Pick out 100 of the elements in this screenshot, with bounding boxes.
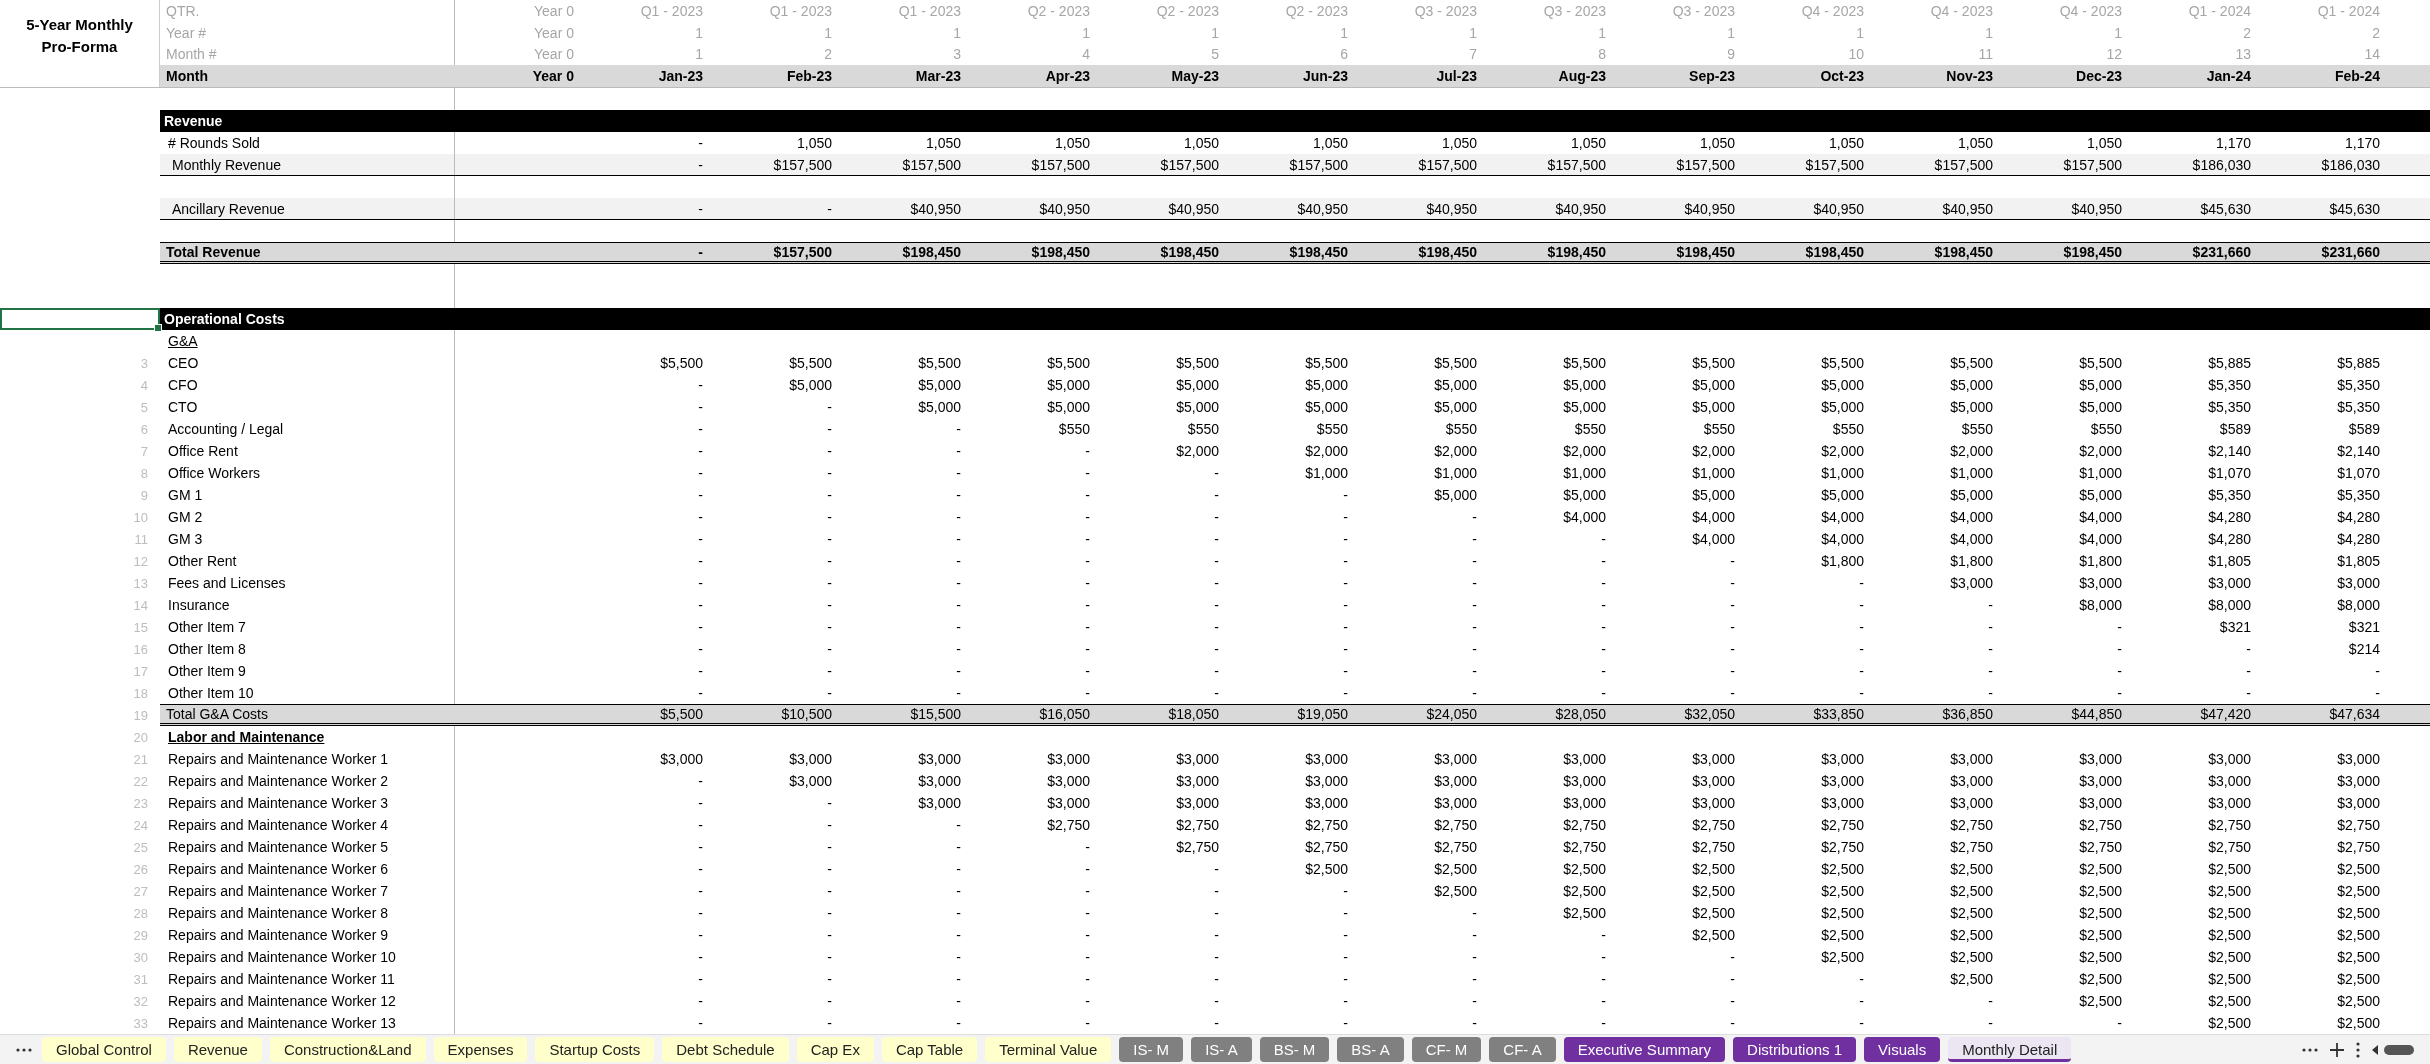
- table-cell-text: $5,500: [2078, 355, 2123, 371]
- table-cell-text: $5,000: [1304, 399, 1349, 415]
- sheet-tab[interactable]: Distributions 1: [1733, 1037, 1857, 1062]
- add-icon[interactable]: [2328, 1040, 2346, 1059]
- table-cell-text: $2,750: [1175, 839, 1220, 855]
- table-cell-text: -: [697, 465, 704, 481]
- table-cell-text: -: [1729, 619, 1736, 635]
- table-cell-text: $5,000: [1949, 399, 1994, 415]
- sheet-tab[interactable]: IS- M: [1119, 1037, 1184, 1062]
- table-cell-text: -: [697, 200, 704, 217]
- table-cell-text: $4,000: [1820, 531, 1865, 547]
- table-cell-text: $198,450: [1933, 244, 1994, 260]
- sheet-tab[interactable]: Expenses: [433, 1037, 528, 1062]
- sheet-tab[interactable]: CF- A: [1489, 1037, 1556, 1062]
- table-cell-text: $3,000: [2336, 751, 2381, 767]
- table-cell-text: -: [1471, 509, 1478, 525]
- table-cell-text: $2,500: [2336, 949, 2381, 965]
- table-cell-text: -: [1471, 949, 1478, 965]
- table-cell-text: $1,000: [1691, 465, 1736, 481]
- sheet-tab[interactable]: Executive Summary: [1563, 1037, 1726, 1062]
- header-cell-text: 7: [1468, 46, 1478, 63]
- table-cell-text: -: [1084, 509, 1091, 525]
- table-cell-text: $1,000: [1433, 465, 1478, 481]
- table-cell-text: $2,500: [2207, 905, 2252, 921]
- table-cell-text: $550: [2089, 421, 2123, 437]
- table-cell-text: $5,000: [788, 377, 833, 393]
- sheet-tab[interactable]: Startup Costs: [535, 1037, 655, 1062]
- sheet-tab[interactable]: Cap Ex: [796, 1037, 874, 1062]
- table-cell-text: -: [1342, 883, 1349, 899]
- table-cell-text: $5,500: [1820, 355, 1865, 371]
- table-cell-text: -: [1213, 927, 1220, 943]
- table-cell-text: -: [1342, 993, 1349, 1009]
- table-cell-text: $5,000: [917, 399, 962, 415]
- table-cell-text: -: [1729, 971, 1736, 987]
- table-cell-text: $5,500: [1562, 355, 1607, 371]
- header-cell-text: 1: [1339, 24, 1349, 41]
- table-cell-text: $2,500: [1949, 927, 1994, 943]
- row-label: Other Item 7: [160, 616, 455, 638]
- table-cell-text: $2,750: [1175, 817, 1220, 833]
- table-cell-text: -: [1729, 1015, 1736, 1031]
- table-cell-text: -: [955, 971, 962, 987]
- table-cell-text: $1,800: [1949, 553, 1994, 569]
- table-cell-text: $3,000: [1949, 575, 1994, 591]
- sheet-tab[interactable]: BS- M: [1259, 1037, 1330, 1062]
- table-cell-text: -: [2245, 641, 2252, 657]
- table-cell-text: $2,500: [1433, 883, 1478, 899]
- sheet-tab[interactable]: BS- A: [1337, 1037, 1404, 1062]
- table-cell-text: -: [1729, 575, 1736, 591]
- table-cell-text: -: [1084, 861, 1091, 877]
- header-cell-text: Jan-23: [657, 68, 704, 85]
- row-number: 12: [133, 553, 148, 569]
- table-cell-text: -: [2116, 663, 2123, 679]
- row-number: 30: [133, 949, 148, 965]
- sheet-tab[interactable]: CF- M: [1411, 1037, 1482, 1062]
- table-cell-text: -: [955, 949, 962, 965]
- table-cell-text: $2,000: [2078, 443, 2123, 459]
- table-cell-text: -: [1858, 619, 1865, 635]
- table-cell-text: -: [1084, 927, 1091, 943]
- table-cell-text: $5,000: [2078, 487, 2123, 503]
- header-cell-text: 1: [1984, 24, 1994, 41]
- header-cell-text: Oct-23: [1819, 68, 1865, 85]
- sheet-tab[interactable]: Revenue: [173, 1037, 262, 1062]
- table-cell-text: $2,500: [1820, 905, 1865, 921]
- table-cell-text: -: [697, 993, 704, 1009]
- table-cell-text: -: [826, 619, 833, 635]
- sheet-tab[interactable]: IS- A: [1191, 1037, 1252, 1062]
- sheet-tab[interactable]: Global Control: [42, 1037, 166, 1062]
- table-cell-text: -: [1471, 575, 1478, 591]
- sheet-tab[interactable]: Monthly Detail: [1948, 1037, 2072, 1062]
- table-cell-text: -: [2116, 1015, 2123, 1031]
- row-label: Ancillary Revenue: [160, 198, 455, 219]
- table-cell-text: -: [1213, 993, 1220, 1009]
- table-cell-text: $2,500: [2207, 883, 2252, 899]
- table-cell-text: -: [1471, 685, 1478, 701]
- table-cell-text: -: [1084, 531, 1091, 547]
- table-cell-text: -: [697, 795, 704, 811]
- row-label: Repairs and Maintenance Worker 6: [160, 858, 455, 880]
- section-title: Operational Costs: [163, 310, 286, 329]
- header-cell-text: Jan-24: [2205, 68, 2252, 85]
- table-cell-text: $321: [2347, 619, 2381, 635]
- table-cell-text: $157,500: [1804, 156, 1865, 173]
- table-cell-text: $4,280: [2207, 509, 2252, 525]
- row-label: Total Revenue: [165, 243, 262, 261]
- table-cell-text: -: [697, 399, 704, 415]
- table-cell-text: -: [955, 883, 962, 899]
- active-cell[interactable]: [0, 308, 160, 330]
- table-cell-text: $198,450: [1675, 244, 1736, 260]
- sheet-tab[interactable]: Terminal Value: [985, 1037, 1112, 1062]
- table-cell-text: -: [826, 200, 833, 217]
- table-cell-text: $4,000: [2078, 509, 2123, 525]
- sheet-tab[interactable]: Debt Schedule: [662, 1037, 789, 1062]
- table-cell-text: $2,000: [1820, 443, 1865, 459]
- sheet-tab[interactable]: Cap Table: [881, 1037, 978, 1062]
- sheet-tab[interactable]: Construction&Land: [269, 1037, 426, 1062]
- table-cell-text: $40,950: [1554, 200, 1607, 217]
- table-cell-text: $157,500: [901, 156, 962, 173]
- sheet-tab[interactable]: Visuals: [1864, 1037, 1941, 1062]
- table-cell-text: $5,000: [1175, 377, 1220, 393]
- table-cell-text: -: [1084, 993, 1091, 1009]
- row-number: 33: [133, 1015, 148, 1031]
